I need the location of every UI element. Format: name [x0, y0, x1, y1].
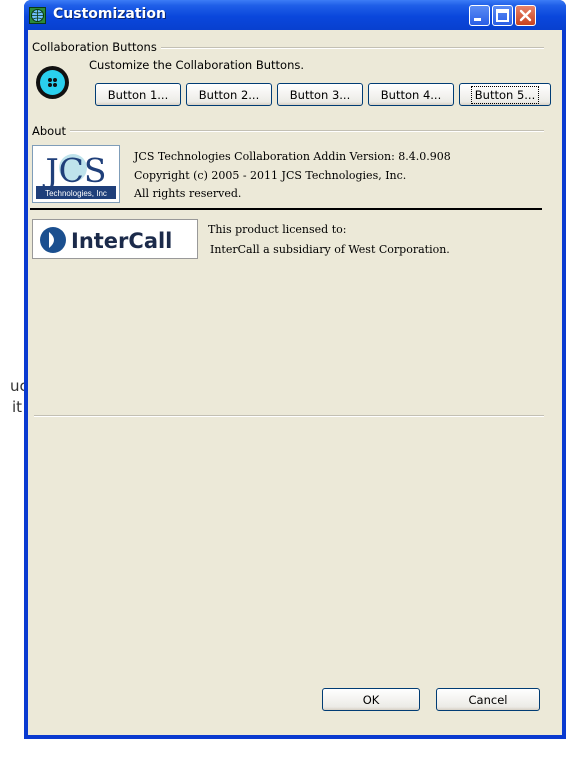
button-5-button[interactable]: Button 5...: [459, 83, 551, 106]
about-group-label: About: [32, 124, 71, 138]
about-line-3: All rights reserved.: [134, 187, 242, 200]
collaboration-description: Customize the Collaboration Buttons.: [89, 58, 305, 72]
button-4-button[interactable]: Button 4...: [368, 83, 454, 106]
jcs-logo-subtext: Technologies, Inc: [45, 189, 107, 198]
close-button[interactable]: [515, 5, 536, 26]
intercall-logo-text: InterCall: [71, 229, 172, 253]
globe-icon: [29, 7, 46, 24]
close-icon: [519, 9, 532, 22]
about-separator: [30, 208, 542, 210]
license-line-2: InterCall a subsidiary of West Corporati…: [210, 243, 450, 256]
button-3-button[interactable]: Button 3...: [277, 83, 363, 106]
window-title: Customization: [53, 6, 166, 22]
jcs-logo: JCS Technologies, Inc: [32, 145, 120, 203]
cancel-button[interactable]: Cancel: [436, 688, 540, 711]
button-2-button[interactable]: Button 2...: [186, 83, 272, 106]
button-1-button[interactable]: Button 1...: [95, 83, 181, 106]
collaboration-icon: [36, 66, 69, 99]
about-line-2: Copyright (c) 2005 - 2011 JCS Technologi…: [134, 169, 407, 182]
dialog-body: Collaboration Buttons Customize the Coll…: [28, 30, 562, 735]
ok-button[interactable]: OK: [322, 688, 420, 711]
maximize-button[interactable]: [492, 5, 513, 26]
title-bar[interactable]: Customization: [24, 0, 566, 30]
customization-dialog: Customization Collaboration Buttons Cust…: [24, 0, 566, 739]
minimize-button[interactable]: [469, 5, 490, 26]
jcs-logo-text: JCS: [42, 151, 106, 190]
intercall-logo: InterCall: [32, 219, 198, 259]
collaboration-group-label: Collaboration Buttons: [32, 40, 161, 54]
background-text-2: it: [12, 398, 23, 416]
middle-separator: [34, 415, 544, 417]
license-line-1: This product licensed to:: [208, 223, 347, 236]
about-group-line: [34, 130, 544, 132]
minimize-icon: [474, 18, 481, 21]
maximize-icon: [496, 9, 509, 22]
about-line-1: JCS Technologies Collaboration Addin Ver…: [134, 150, 451, 163]
